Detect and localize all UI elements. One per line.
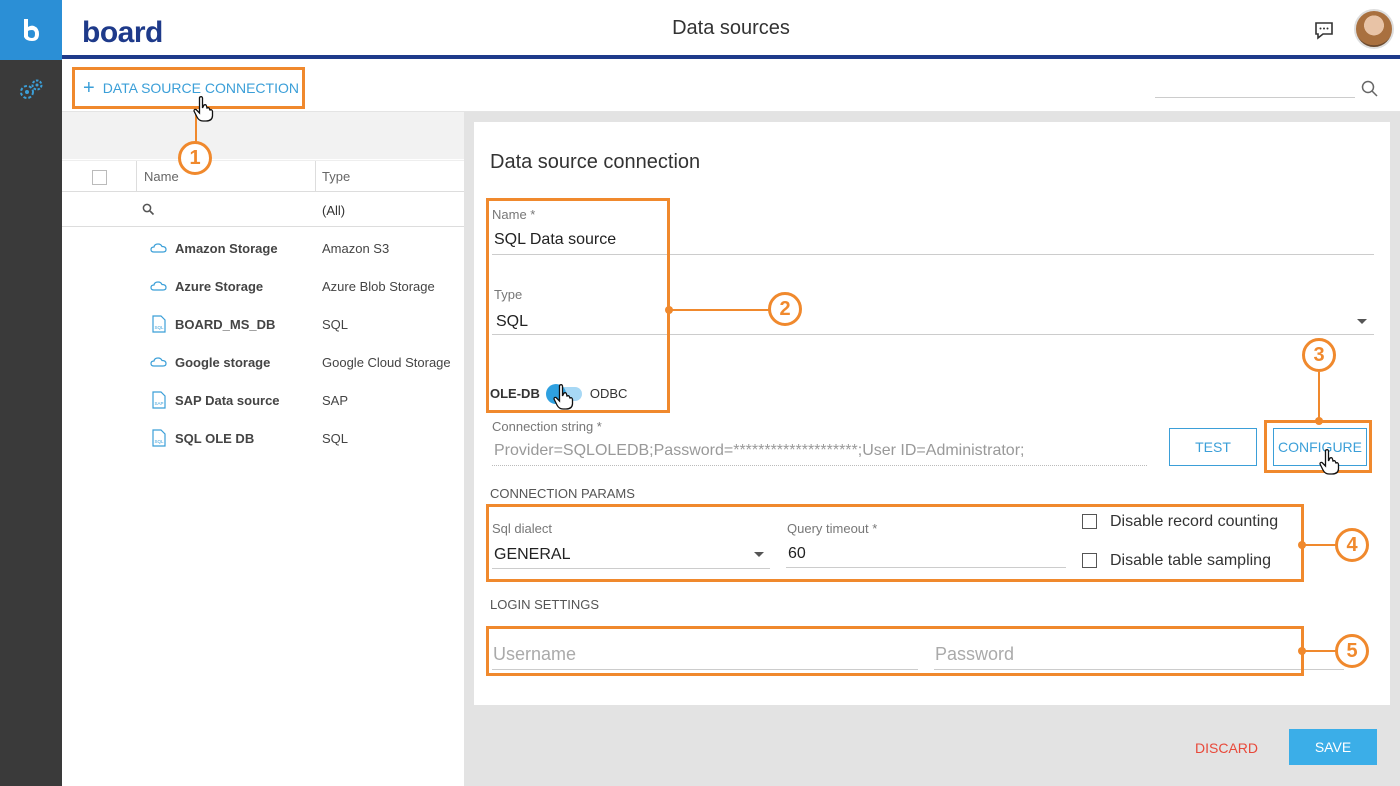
list-column-header: Name Type [62,160,464,192]
list-item[interactable]: Amazon Storage Amazon S3 [62,229,464,267]
callout-dot [665,306,673,314]
data-source-list: Name Type (All) Amazon Storage Amazon S3… [62,112,464,786]
board-logo-icon[interactable] [0,0,62,60]
column-divider [136,161,137,192]
column-name-header[interactable]: Name [144,169,179,184]
sql-file-icon: SQL [150,315,168,333]
add-data-source-button[interactable]: + DATA SOURCE CONNECTION [72,67,305,109]
list-item-name: Google storage [175,355,271,370]
type-filter[interactable]: (All) [322,203,345,218]
list-item-type: Google Cloud Storage [322,355,451,370]
list-item[interactable]: Google storage Google Cloud Storage [62,343,464,381]
top-header: board Data sources [62,0,1400,59]
left-rail [0,0,62,786]
connection-string-label: Connection string * [492,419,602,434]
page-title: Data sources [672,17,790,39]
pointer-hand-icon [552,383,576,411]
callout-badge: 4 [1335,528,1369,562]
list-item-name: Azure Storage [175,279,264,294]
connection-string-field[interactable]: Provider=SQLOLEDB;Password=*************… [494,442,1024,460]
chat-icon[interactable] [1313,19,1335,41]
form-title: Data source connection [490,151,701,173]
list-filter-row: (All) [62,193,464,227]
login-settings-title: LOGIN SETTINGS [490,597,600,612]
list-rows: Amazon Storage Amazon S3 Azure Storage A… [62,229,464,457]
pointer-hand-icon [192,95,216,123]
add-data-source-label: DATA SOURCE CONNECTION [102,80,299,96]
callout-leader-line [1304,650,1336,652]
list-item[interactable]: SQL SQL OLE DB SQL [62,419,464,457]
callout-leader-line [1304,544,1336,546]
highlight-box [486,504,1304,582]
highlight-box [486,198,670,413]
toolbar: + DATA SOURCE CONNECTION [62,63,1400,112]
callout-leader-line [1318,372,1320,420]
discard-button[interactable]: DISCARD [1195,740,1258,756]
list-item-type: SAP [322,393,349,408]
callout-badge: 3 [1302,338,1336,372]
plus-icon: + [83,77,95,99]
callout-badge: 5 [1335,634,1369,668]
cloud-icon [150,277,168,295]
save-button[interactable]: SAVE [1289,729,1377,765]
list-item-type: SQL [322,317,349,332]
test-button[interactable]: TEST [1169,428,1257,466]
svg-text:SQL: SQL [155,439,165,444]
cloud-icon [150,353,168,371]
settings-gear-icon[interactable] [18,78,44,102]
callout-badge: 2 [768,292,802,326]
list-item-type: SQL [322,431,349,446]
chevron-down-icon[interactable] [1357,319,1367,324]
svg-text:SQL: SQL [155,325,165,330]
callout-leader-line [670,309,770,311]
list-item-name: Amazon Storage [175,241,278,256]
list-item-name: SQL OLE DB [175,431,255,446]
pointer-hand-icon [1318,448,1342,476]
list-item-name: SAP Data source [175,393,280,408]
list-item-type: Amazon S3 [322,241,390,256]
list-item-name: BOARD_MS_DB [175,317,276,332]
search-icon[interactable] [1360,79,1380,99]
list-item[interactable]: SQL BOARD_MS_DB SQL [62,305,464,343]
connection-params-title: CONNECTION PARAMS [490,486,635,501]
connection-string-underline [492,465,1147,466]
sap-file-icon: SAP [150,391,168,409]
list-item[interactable]: Azure Storage Azure Blob Storage [62,267,464,305]
user-avatar[interactable] [1354,9,1394,49]
column-divider [315,161,316,192]
list-item[interactable]: SAP SAP Data source SAP [62,381,464,419]
column-type-header[interactable]: Type [322,169,350,184]
highlight-box [486,626,1304,676]
svg-text:SAP: SAP [155,401,164,406]
select-all-checkbox[interactable] [92,170,107,185]
list-top-spacer [62,112,464,159]
filter-search-icon[interactable] [142,203,155,216]
callout-badge: 1 [178,141,212,175]
sql-file-icon: SQL [150,429,168,447]
list-item-type: Azure Blob Storage [322,279,435,294]
search-input[interactable] [1155,97,1355,98]
cloud-icon [150,239,168,257]
